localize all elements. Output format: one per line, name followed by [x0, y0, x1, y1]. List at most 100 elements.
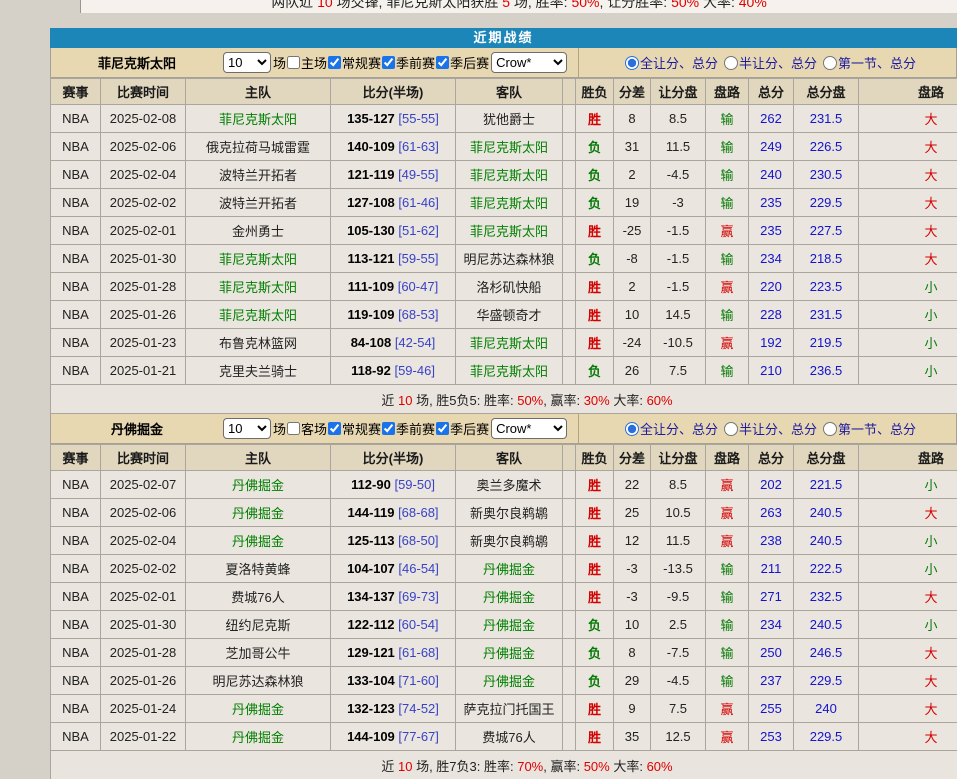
over-under-cell: 大 [859, 133, 957, 161]
point-diff-cell: 8 [614, 105, 651, 133]
col-handicap: 让分盘 [651, 445, 706, 471]
preseason-filter[interactable]: 季前赛 [381, 53, 435, 72]
total-line-cell: 226.5 [794, 133, 859, 161]
total-points-cell: 235 [749, 217, 794, 245]
playoffs-checkbox[interactable] [436, 422, 449, 435]
games-count-select[interactable]: 10 [223, 418, 271, 439]
odds-source-select[interactable]: Crow* [491, 52, 567, 73]
filter-left-nuggets: 丹佛掘金 10 场 客场 常规赛 季前赛 [51, 414, 578, 443]
table-row: NBA 2025-02-08 菲尼克斯太阳 135-127 [55-55] 犹他… [51, 105, 957, 133]
score-cell: 113-121 [59-55] [331, 245, 456, 273]
table-row: NBA 2025-01-30 菲尼克斯太阳 113-121 [59-55] 明尼… [51, 245, 957, 273]
date-cell: 2025-02-04 [101, 527, 186, 555]
result-cell: 胜 [576, 329, 614, 357]
halftime-score: [68-53] [398, 307, 438, 322]
half-handicap-radio[interactable] [724, 56, 738, 70]
home-team-cell: 丹佛掘金 [186, 471, 331, 499]
total-line-cell: 229.5 [794, 189, 859, 217]
total-points-cell: 220 [749, 273, 794, 301]
over-under-cell: 小 [859, 301, 957, 329]
regular-season-checkbox[interactable] [328, 56, 341, 69]
halftime-score: [59-55] [398, 251, 438, 266]
table-row: NBA 2025-02-06 丹佛掘金 144-119 [68-68] 新奥尔良… [51, 499, 957, 527]
league-cell: NBA [51, 133, 101, 161]
total-line-cell: 218.5 [794, 245, 859, 273]
over-under-cell: 大 [859, 105, 957, 133]
point-diff-cell: 26 [614, 357, 651, 385]
score-cell: 140-109 [61-63] [331, 133, 456, 161]
final-score: 105-130 [347, 223, 395, 238]
score-cell: 133-104 [71-60] [331, 667, 456, 695]
col-total: 总分 [749, 79, 794, 105]
point-diff-cell: -3 [614, 555, 651, 583]
halftime-score: [59-46] [394, 363, 434, 378]
preseason-checkbox[interactable] [382, 56, 395, 69]
col-spacer [563, 79, 576, 105]
handicap-result-cell: 赢 [706, 723, 749, 751]
total-line-cell: 223.5 [794, 273, 859, 301]
handicap-result-cell: 赢 [706, 527, 749, 555]
playoffs-filter[interactable]: 季后赛 [435, 419, 489, 438]
league-cell: NBA [51, 301, 101, 329]
full-handicap-label: 全让分、总分 [640, 419, 718, 438]
handicap-line-cell: 10.5 [651, 499, 706, 527]
final-score: 127-108 [347, 195, 395, 210]
preseason-filter[interactable]: 季前赛 [381, 419, 435, 438]
date-cell: 2025-02-04 [101, 161, 186, 189]
halftime-score: [60-47] [398, 279, 438, 294]
away-team-cell: 费城76人 [456, 723, 563, 751]
result-cell: 胜 [576, 217, 614, 245]
league-cell: NBA [51, 161, 101, 189]
away-team-cell: 菲尼克斯太阳 [456, 357, 563, 385]
halftime-score: [69-73] [398, 589, 438, 604]
score-cell: 104-107 [46-54] [331, 555, 456, 583]
games-suffix-label: 场 [273, 419, 286, 438]
odds-source-select[interactable]: Crow* [491, 418, 567, 439]
filter-right-nuggets: 全让分、总分 半让分、总分 第一节、总分 [578, 414, 956, 443]
half-handicap-radio[interactable] [724, 422, 738, 436]
spacer-cell [563, 357, 576, 385]
col-score: 比分(半场) [331, 79, 456, 105]
league-cell: NBA [51, 667, 101, 695]
league-cell: NBA [51, 499, 101, 527]
total-line-cell: 231.5 [794, 105, 859, 133]
head-to-head-note-strip: 两队近 10 场交锋, 菲尼克斯太阳获胜 5 场, 胜率: 50%, 让分胜率:… [80, 0, 957, 13]
handicap-result-cell: 输 [706, 161, 749, 189]
regular-season-filter[interactable]: 常规赛 [327, 53, 381, 72]
total-line-cell: 219.5 [794, 329, 859, 357]
league-cell: NBA [51, 555, 101, 583]
handicap-result-cell: 输 [706, 133, 749, 161]
preseason-label: 季前赛 [396, 419, 435, 438]
away-team-cell: 丹佛掘金 [456, 639, 563, 667]
regular-season-filter[interactable]: 常规赛 [327, 419, 381, 438]
result-cell: 负 [576, 245, 614, 273]
playoffs-checkbox[interactable] [436, 56, 449, 69]
spacer-cell [563, 133, 576, 161]
spacer-cell [563, 105, 576, 133]
handicap-result-cell: 输 [706, 583, 749, 611]
handicap-line-cell: -4.5 [651, 161, 706, 189]
spacer-cell [563, 667, 576, 695]
table-row: NBA 2025-01-23 布鲁克林篮网 84-108 [42-54] 菲尼克… [51, 329, 957, 357]
over-under-cell: 大 [859, 583, 957, 611]
result-cell: 负 [576, 667, 614, 695]
preseason-checkbox[interactable] [382, 422, 395, 435]
regular-season-checkbox[interactable] [328, 422, 341, 435]
score-cell: 127-108 [61-46] [331, 189, 456, 217]
games-count-select[interactable]: 10 [223, 52, 271, 73]
final-score: 111-109 [348, 279, 394, 294]
venue-filter[interactable]: 主场 [286, 53, 327, 72]
handicap-line-cell: 11.5 [651, 527, 706, 555]
regular-season-label: 常规赛 [342, 53, 381, 72]
venue-checkbox[interactable] [287, 422, 300, 435]
playoffs-filter[interactable]: 季后赛 [435, 53, 489, 72]
first-quarter-radio[interactable] [823, 422, 837, 436]
date-cell: 2025-02-01 [101, 217, 186, 245]
venue-filter[interactable]: 客场 [286, 419, 327, 438]
table-row: NBA 2025-02-02 夏洛特黄蜂 104-107 [46-54] 丹佛掘… [51, 555, 957, 583]
full-handicap-radio[interactable] [625, 56, 639, 70]
venue-checkbox[interactable] [287, 56, 300, 69]
first-quarter-radio[interactable] [823, 56, 837, 70]
full-handicap-radio[interactable] [625, 422, 639, 436]
filter-left-suns: 菲尼克斯太阳 10 场 主场 常规赛 季前赛 [51, 48, 578, 77]
